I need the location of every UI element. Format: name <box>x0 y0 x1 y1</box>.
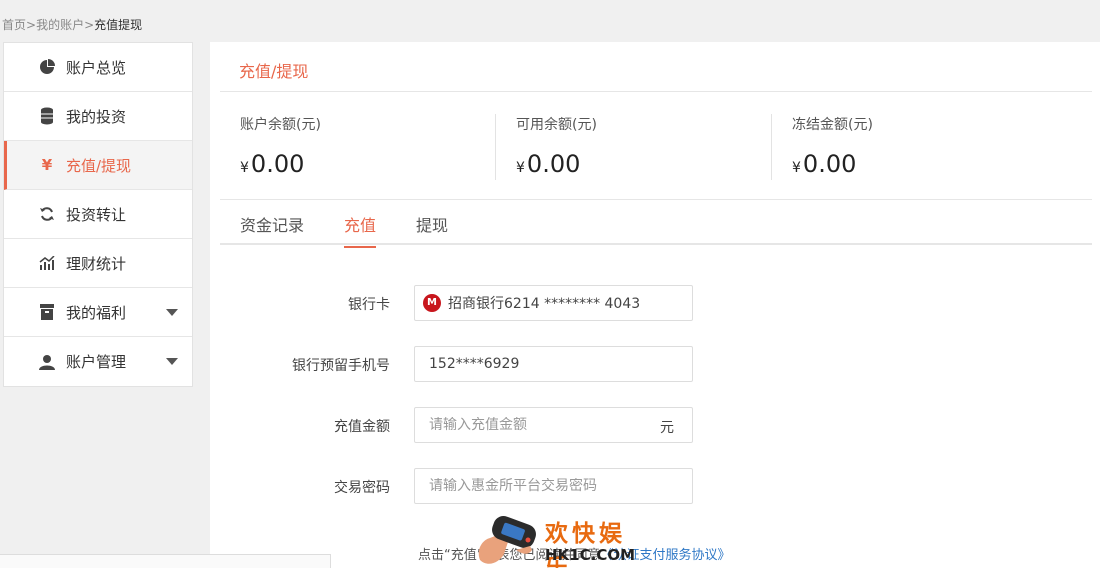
balance-label: 账户余额(元) <box>240 117 321 133</box>
amount-input[interactable] <box>429 417 639 433</box>
pie-chart-icon <box>38 58 56 76</box>
tab-fund-records[interactable]: 资金记录 <box>240 212 304 246</box>
currency-symbol: ¥ <box>516 160 525 176</box>
balance-amount: ¥0.00 <box>792 150 1062 178</box>
main-panel: 充值/提现 账户余额(元) ¥0.00 可用余额(元) ¥0.00 冻结金额(元… <box>210 42 1100 568</box>
breadcrumb-account-link[interactable]: 我的账户 <box>36 18 84 32</box>
yen-icon: ¥ <box>41 156 53 174</box>
divider <box>771 114 772 180</box>
phone-label: 银行预留手机号 <box>292 358 390 374</box>
breadcrumb-separator: > <box>26 18 37 32</box>
breadcrumb: 首页>我的账户>充值提现 <box>2 16 142 33</box>
currency-symbol: ¥ <box>240 160 249 176</box>
amount-unit: 元 <box>660 420 674 436</box>
sidebar-nav: 账户总览 我的投资 ¥ 充值/提现 投资转让 理财统计 我的福利 账户管理 <box>3 42 193 387</box>
frozen-amount: 冻结金额(元) ¥0.00 <box>792 114 1062 180</box>
breadcrumb-current: 充值提现 <box>94 18 143 32</box>
sidebar-item-label: 投资转让 <box>66 205 127 224</box>
tab-withdraw[interactable]: 提现 <box>416 212 448 246</box>
sidebar-item-recharge-withdraw[interactable]: ¥ 充值/提现 <box>4 141 192 190</box>
breadcrumb-separator: > <box>84 18 95 32</box>
balance-amount: ¥0.00 <box>240 150 510 178</box>
refresh-icon <box>38 205 56 223</box>
available-balance: 可用余额(元) ¥0.00 <box>516 114 786 180</box>
gift-box-icon <box>38 303 56 321</box>
page-title: 充值/提现 <box>239 62 309 81</box>
currency-symbol: ¥ <box>792 160 801 176</box>
amount-label: 充值金额 <box>334 419 390 435</box>
watermark-site: HK1C.COM <box>545 546 636 564</box>
divider <box>495 114 496 180</box>
divider <box>220 243 1092 245</box>
sidebar-item-investment-transfer[interactable]: 投资转让 <box>4 190 192 239</box>
chevron-down-icon[interactable] <box>166 309 178 316</box>
bottom-bar <box>0 554 331 568</box>
game-controller-hand-icon <box>478 516 536 564</box>
sidebar-item-finance-stats[interactable]: 理财统计 <box>4 239 192 288</box>
divider <box>220 199 1092 200</box>
balance-value: 0.00 <box>802 150 857 178</box>
divider <box>220 91 1092 92</box>
phone-value: 152****6929 <box>429 356 520 372</box>
balance-amount: ¥0.00 <box>516 150 786 178</box>
amount-field[interactable]: 元 <box>414 407 693 443</box>
password-field[interactable] <box>414 468 693 504</box>
balance-label: 可用余额(元) <box>516 117 597 133</box>
password-input[interactable] <box>429 478 639 494</box>
sidebar-item-label: 理财统计 <box>66 254 127 273</box>
account-balance: 账户余额(元) ¥0.00 <box>240 114 510 180</box>
sidebar-item-label: 充值/提现 <box>66 156 132 175</box>
breadcrumb-home-link[interactable]: 首页 <box>2 18 26 32</box>
sidebar-item-my-investments[interactable]: 我的投资 <box>4 92 192 141</box>
phone-field[interactable]: 152****6929 <box>414 346 693 382</box>
bank-card-value: 招商银行6214 ******** 4043 <box>448 296 641 312</box>
password-label: 交易密码 <box>334 480 390 496</box>
bank-card-field[interactable]: M 招商银行6214 ******** 4043 <box>414 285 693 321</box>
sidebar-item-account-overview[interactable]: 账户总览 <box>4 43 192 92</box>
sidebar-item-label: 账户管理 <box>66 353 127 371</box>
sidebar-item-label: 我的福利 <box>66 303 127 322</box>
coin-stack-icon <box>38 107 56 125</box>
balance-value: 0.00 <box>250 150 305 178</box>
chart-icon <box>38 254 56 272</box>
balance-label: 冻结金额(元) <box>792 117 873 133</box>
watermark: 欢快娱乐 HK1C.COM <box>470 510 640 568</box>
user-icon <box>38 353 56 371</box>
bank-logo-icon: M <box>423 294 441 312</box>
sidebar-item-label: 账户总览 <box>66 58 127 77</box>
sidebar-item-label: 我的投资 <box>66 107 127 126</box>
chevron-down-icon[interactable] <box>166 358 178 365</box>
bank-card-label: 银行卡 <box>348 297 390 313</box>
sidebar-item-my-benefits[interactable]: 我的福利 <box>4 288 192 337</box>
sidebar-item-account-management[interactable]: 账户管理 <box>4 337 192 386</box>
balance-value: 0.00 <box>526 150 581 178</box>
